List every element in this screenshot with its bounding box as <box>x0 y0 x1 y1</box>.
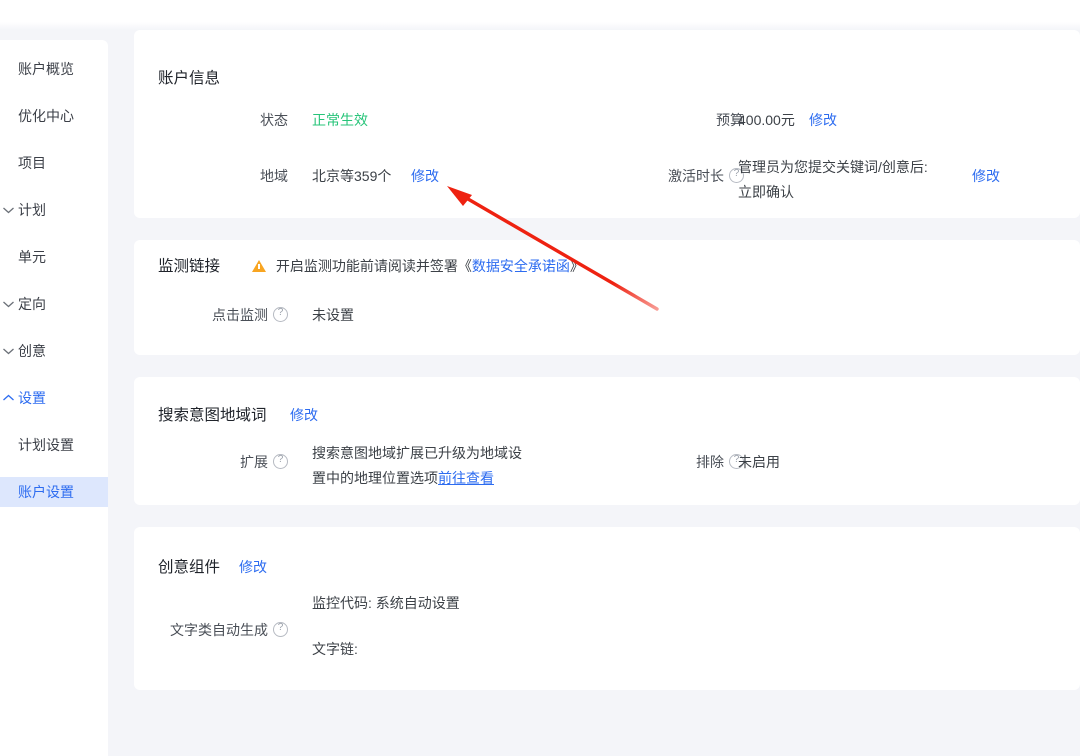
sidebar-item-label: 账户概览 <box>18 61 74 77</box>
sidebar-item-account-settings[interactable]: 账户设置 <box>0 477 108 507</box>
status-label: 状态 <box>260 112 288 128</box>
budget-edit-link[interactable]: 修改 <box>809 110 837 130</box>
exclude-label: 排除 <box>650 452 744 472</box>
click-monitor-label: 点击监测 <box>178 305 288 325</box>
exclude-value: 未启用 <box>738 454 780 470</box>
creative-component-edit-link[interactable]: 修改 <box>239 557 267 577</box>
sidebar-item-label: 项目 <box>18 155 46 171</box>
page-body: 账户概览 优化中心 项目 计划 单元 定向 创意 设置 计划设置 账户设置 账户… <box>0 30 1080 756</box>
sidebar-item-label: 单元 <box>18 249 46 265</box>
activation-label: 激活时长 <box>604 166 744 186</box>
status-value: 正常生效 <box>312 112 368 128</box>
card-search-intent: 搜索意图地域词 修改 扩展 搜索意图地域扩展已升级为地域设置中的地理位置选项前往… <box>134 377 1080 505</box>
monitor-notice-suffix: 》 <box>569 258 584 274</box>
card-account-info: 账户信息 状态 正常生效 地域 北京等359个 修改 预算 400.00元 修改 <box>134 30 1080 218</box>
region-value: 北京等359个 <box>312 168 392 184</box>
chevron-up-icon[interactable] <box>2 383 15 413</box>
account-info-title: 账户信息 <box>158 70 221 87</box>
text-link-value: 文字链: <box>312 641 358 657</box>
search-intent-edit-link[interactable]: 修改 <box>290 405 318 425</box>
activation-edit-link[interactable]: 修改 <box>972 166 1000 186</box>
sidebar-item-unit[interactable]: 单元 <box>0 242 108 272</box>
chevron-down-icon[interactable] <box>2 289 15 319</box>
data-security-letter-link[interactable]: 数据安全承诺函 <box>472 258 570 274</box>
expand-value-line2: 置中的地理位置选项 <box>312 470 438 486</box>
exclude-label-text: 排除 <box>696 454 724 470</box>
expand-value-line1: 搜索意图地域扩展已升级为地域设 <box>312 445 522 461</box>
help-icon[interactable] <box>273 305 288 322</box>
sidebar-item-creative[interactable]: 创意 <box>0 336 108 366</box>
auto-text-label: 文字类自动生成 <box>148 620 288 640</box>
region-edit-link[interactable]: 修改 <box>411 166 439 186</box>
activation-label-text: 激活时长 <box>668 168 724 184</box>
auto-text-label-text: 文字类自动生成 <box>170 622 268 638</box>
app-root: 账户概览 优化中心 项目 计划 单元 定向 创意 设置 计划设置 账户设置 账户… <box>0 0 1080 756</box>
chevron-down-icon[interactable] <box>2 336 15 366</box>
creative-component-title: 创意组件 <box>158 559 221 576</box>
card-monitor-link: 监测链接 开启监测功能前请阅读并签署《数据安全承诺函》 点击监测 未设置 <box>134 240 1080 355</box>
sidebar-item-label: 优化中心 <box>18 108 74 124</box>
region-label: 地域 <box>260 168 288 184</box>
click-monitor-value: 未设置 <box>312 307 354 323</box>
activation-value: 管理员为您提交关键词/创意后: 立即确认 <box>738 155 928 205</box>
monitor-link-title: 监测链接 <box>158 258 221 275</box>
sidebar-item-project[interactable]: 项目 <box>0 148 108 178</box>
sidebar-item-plan-settings[interactable]: 计划设置 <box>0 430 108 460</box>
budget-label: 预算 <box>716 112 744 128</box>
sidebar-item-targeting[interactable]: 定向 <box>0 289 108 319</box>
sidebar-item-optimization-center[interactable]: 优化中心 <box>0 101 108 131</box>
activation-value-line2: 立即确认 <box>738 184 794 200</box>
monitor-notice-prefix: 开启监测功能前请阅读并签署《 <box>275 258 472 274</box>
sidebar-item-label: 设置 <box>18 390 46 406</box>
sidebar-item-label: 创意 <box>18 343 46 359</box>
budget-value: 400.00元 <box>738 112 795 128</box>
expand-label-text: 扩展 <box>240 454 268 470</box>
expand-label: 扩展 <box>200 452 288 472</box>
sidebar-item-label: 定向 <box>18 296 46 312</box>
help-icon[interactable] <box>273 452 288 469</box>
go-view-link[interactable]: 前往查看 <box>438 470 494 486</box>
sidebar-item-settings[interactable]: 设置 <box>0 383 108 413</box>
sidebar-item-account-overview[interactable]: 账户概览 <box>0 54 108 84</box>
search-intent-title: 搜索意图地域词 <box>158 407 267 424</box>
sidebar-nav: 账户概览 优化中心 项目 计划 单元 定向 创意 设置 计划设置 账户设置 <box>0 54 108 524</box>
sidebar-item-label: 账户设置 <box>18 484 74 500</box>
warning-icon <box>252 260 266 272</box>
chevron-down-icon[interactable] <box>2 195 15 225</box>
activation-value-line1: 管理员为您提交关键词/创意后: <box>738 159 928 175</box>
sidebar: 账户概览 优化中心 项目 计划 单元 定向 创意 设置 计划设置 账户设置 <box>0 40 108 756</box>
card-creative-component: 创意组件 修改 文字类自动生成 监控代码: 系统自动设置 文字链: <box>134 527 1080 690</box>
sidebar-item-label: 计划设置 <box>18 437 74 453</box>
monitor-code-value: 监控代码: 系统自动设置 <box>312 595 460 611</box>
sidebar-item-label: 计划 <box>18 202 46 218</box>
click-monitor-label-text: 点击监测 <box>212 307 268 323</box>
sidebar-item-plan[interactable]: 计划 <box>0 195 108 225</box>
help-icon[interactable] <box>273 620 288 637</box>
content-area: 账户信息 状态 正常生效 地域 北京等359个 修改 预算 400.00元 修改 <box>134 30 1080 712</box>
top-strip-fade <box>0 22 1080 30</box>
expand-value: 搜索意图地域扩展已升级为地域设 置中的地理位置选项前往查看 <box>312 441 542 491</box>
monitor-notice: 开启监测功能前请阅读并签署《数据安全承诺函》 <box>252 256 584 276</box>
